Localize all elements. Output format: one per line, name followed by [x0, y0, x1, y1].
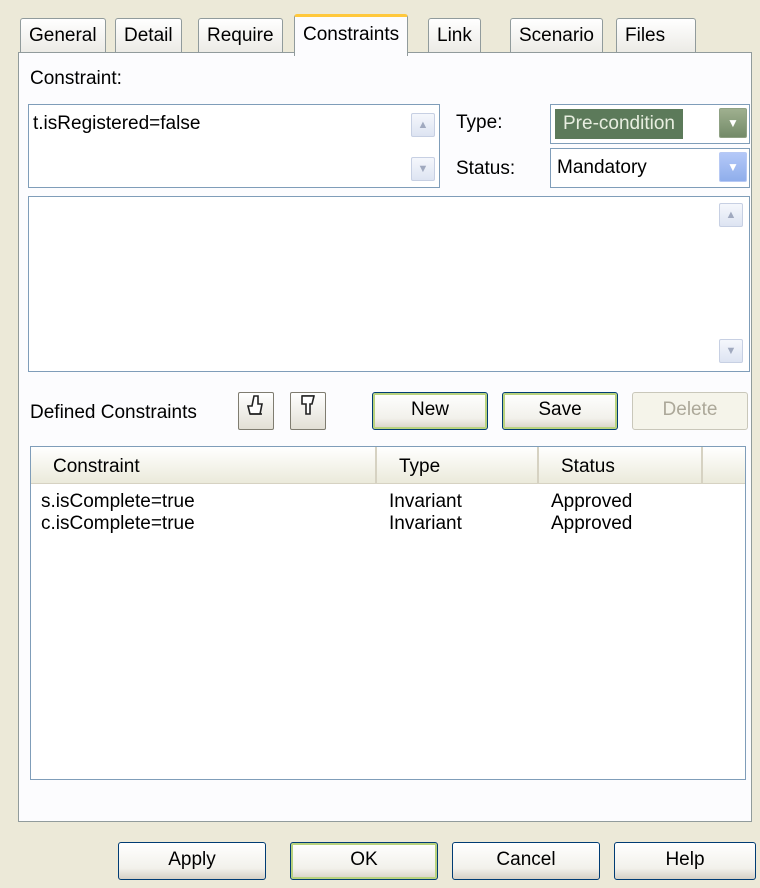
defined-constraints-table[interactable]: Constraint Type Status s.isComplete=true… — [30, 446, 746, 780]
notes-textarea[interactable]: ▲ ▼ — [28, 196, 750, 372]
scroll-up-arrow[interactable]: ▲ — [719, 203, 743, 227]
constraint-label: Constraint: — [30, 68, 122, 89]
chevron-down-icon[interactable]: ▼ — [719, 152, 747, 182]
constraint-value: t.isRegistered=false — [33, 113, 201, 134]
scroll-down-arrow[interactable]: ▼ — [411, 157, 435, 181]
tab-detail[interactable]: Detail — [115, 18, 182, 52]
hand-down-icon[interactable] — [290, 392, 326, 430]
hand-down-icon — [301, 395, 316, 415]
cell-type: Invariant — [389, 513, 462, 534]
tab-files[interactable]: Files — [616, 18, 696, 52]
cancel-button[interactable]: Cancel — [452, 842, 600, 880]
type-label: Type: — [456, 112, 503, 133]
column-header-status[interactable]: Status — [539, 447, 703, 483]
tab-require[interactable]: Require — [198, 18, 283, 52]
apply-button[interactable]: Apply — [118, 842, 266, 880]
tab-constraints[interactable]: Constraints — [294, 14, 409, 56]
defined-constraints-label: Defined Constraints — [30, 402, 197, 423]
status-select[interactable]: Mandatory ▼ — [550, 148, 750, 188]
tab-scenario[interactable]: Scenario — [510, 18, 603, 52]
type-select[interactable]: Pre-condition ▼ — [550, 104, 750, 144]
column-header-type[interactable]: Type — [377, 447, 539, 483]
save-button[interactable]: Save — [502, 392, 618, 430]
chevron-down-icon[interactable]: ▼ — [719, 108, 747, 138]
cell-status: Approved — [551, 491, 633, 512]
table-header: Constraint Type Status — [31, 447, 745, 484]
table-row[interactable]: s.isComplete=true Invariant Approved — [31, 491, 745, 513]
status-value: Mandatory — [557, 157, 647, 178]
cell-status: Approved — [551, 513, 633, 534]
hand-up-icon[interactable] — [238, 392, 274, 430]
tab-general[interactable]: General — [20, 18, 106, 52]
constraint-input[interactable]: t.isRegistered=false ▲ ▼ — [28, 104, 440, 188]
column-header-constraint[interactable]: Constraint — [31, 447, 377, 483]
table-row[interactable]: c.isComplete=true Invariant Approved — [31, 513, 745, 535]
cell-constraint: s.isComplete=true — [41, 491, 195, 512]
hand-up-icon — [246, 395, 263, 415]
delete-button[interactable]: Delete — [632, 392, 748, 430]
cell-type: Invariant — [389, 491, 462, 512]
help-button[interactable]: Help — [614, 842, 756, 880]
new-button[interactable]: New — [372, 392, 488, 430]
status-label: Status: — [456, 158, 516, 179]
scroll-down-arrow[interactable]: ▼ — [719, 339, 743, 363]
cell-constraint: c.isComplete=true — [41, 513, 195, 534]
type-value: Pre-condition — [555, 109, 683, 139]
tab-link[interactable]: Link — [428, 18, 481, 52]
ok-button[interactable]: OK — [290, 842, 438, 880]
scroll-up-arrow[interactable]: ▲ — [411, 113, 435, 137]
